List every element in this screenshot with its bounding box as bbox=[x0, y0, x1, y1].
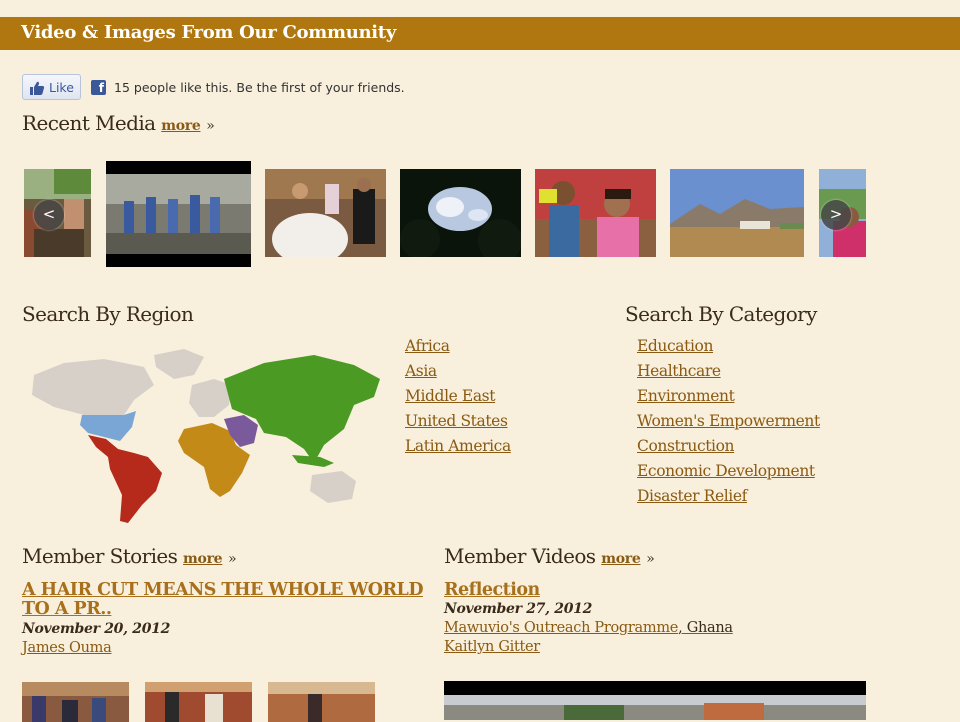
member-stories-heading: Member Stories more » bbox=[22, 544, 237, 568]
category-link-womens-empowerment[interactable]: Women's Empowerment bbox=[637, 412, 820, 437]
media-thumbnail-2-video[interactable] bbox=[106, 161, 251, 267]
section-banner: Video & Images From Our Community bbox=[0, 17, 960, 50]
raquo-glyph: » bbox=[228, 551, 237, 567]
story-author-link[interactable]: James Ouma bbox=[22, 640, 112, 656]
map-indonesia bbox=[292, 455, 334, 467]
region-link-asia[interactable]: Asia bbox=[405, 362, 511, 387]
facebook-icon: f bbox=[91, 80, 106, 95]
member-videos-heading: Member Videos more » bbox=[444, 544, 655, 568]
category-link-economic-development[interactable]: Economic Development bbox=[637, 462, 820, 487]
raquo-glyph: » bbox=[646, 551, 655, 567]
video-author-link[interactable]: Kaitlyn Gitter bbox=[444, 639, 540, 655]
media-thumbnail-5[interactable] bbox=[535, 169, 656, 257]
story-date: November 20, 2012 bbox=[22, 621, 171, 637]
map-greenland bbox=[154, 349, 204, 379]
video-image bbox=[106, 161, 251, 267]
category-links: Education Healthcare Environment Women's… bbox=[637, 337, 820, 512]
region-link-africa[interactable]: Africa bbox=[405, 337, 511, 362]
story-title-link[interactable]: A HAIR CUT MEANS THE WHOLE WORLD TO A PR… bbox=[22, 581, 437, 619]
thumbs-up-icon bbox=[30, 81, 45, 95]
video-date: November 27, 2012 bbox=[444, 601, 593, 617]
media-image bbox=[265, 169, 386, 257]
media-thumbnail-4[interactable] bbox=[400, 169, 521, 257]
category-link-environment[interactable]: Environment bbox=[637, 387, 820, 412]
media-thumbnail-3[interactable] bbox=[265, 169, 386, 257]
region-links: Africa Asia Middle East United States La… bbox=[405, 337, 511, 462]
media-image bbox=[535, 169, 656, 257]
video-frame bbox=[444, 681, 866, 720]
carousel-prev-button[interactable]: < bbox=[34, 200, 64, 230]
region-link-middle-east[interactable]: Middle East bbox=[405, 387, 511, 412]
carousel-next-button[interactable]: > bbox=[821, 200, 851, 230]
map-canada bbox=[32, 359, 154, 415]
media-image bbox=[670, 169, 804, 257]
member-videos-more-link[interactable]: more bbox=[601, 551, 641, 567]
member-stories-title: Member Stories bbox=[22, 544, 178, 568]
category-link-disaster-relief[interactable]: Disaster Relief bbox=[637, 487, 820, 512]
raquo-glyph: » bbox=[206, 118, 215, 134]
media-thumbnail-6[interactable] bbox=[670, 169, 804, 257]
recent-media-more-link[interactable]: more bbox=[161, 118, 201, 134]
map-united-states bbox=[80, 411, 136, 441]
category-link-healthcare[interactable]: Healthcare bbox=[637, 362, 820, 387]
media-image bbox=[400, 169, 521, 257]
recent-media-title: Recent Media bbox=[22, 111, 156, 135]
search-by-region-heading: Search By Region bbox=[22, 302, 194, 326]
map-latin-america bbox=[88, 435, 162, 523]
story-thumbnail-1[interactable] bbox=[22, 682, 129, 722]
video-org-line: Mawuvio's Outreach Programme, Ghana bbox=[444, 620, 733, 636]
recent-media-heading: Recent Media more » bbox=[22, 111, 215, 135]
story-image bbox=[268, 682, 375, 722]
story-thumbnail-2[interactable] bbox=[145, 682, 252, 722]
story-image bbox=[145, 682, 252, 722]
search-by-category-heading: Search By Category bbox=[625, 302, 817, 326]
region-link-latin-america[interactable]: Latin America bbox=[405, 437, 511, 462]
video-title-link[interactable]: Reflection bbox=[444, 581, 540, 600]
like-button-label: Like bbox=[49, 80, 74, 95]
video-org-link[interactable]: Mawuvio's Outreach Programme bbox=[444, 620, 678, 636]
story-thumbnail-3[interactable] bbox=[268, 682, 375, 722]
category-link-construction[interactable]: Construction bbox=[637, 437, 820, 462]
video-location: , Ghana bbox=[678, 620, 733, 636]
member-videos-title: Member Videos bbox=[444, 544, 596, 568]
facebook-like-button[interactable]: Like bbox=[22, 74, 81, 100]
story-image bbox=[22, 682, 129, 722]
banner-title: Video & Images From Our Community bbox=[21, 22, 396, 43]
world-map bbox=[32, 349, 380, 523]
member-stories-more-link[interactable]: more bbox=[183, 551, 223, 567]
category-link-education[interactable]: Education bbox=[637, 337, 820, 362]
video-player-preview[interactable] bbox=[444, 681, 866, 720]
map-asia bbox=[224, 355, 380, 463]
map-australia bbox=[310, 471, 356, 503]
region-link-united-states[interactable]: United States bbox=[405, 412, 511, 437]
like-count-text: 15 people like this. Be the first of you… bbox=[114, 80, 405, 95]
